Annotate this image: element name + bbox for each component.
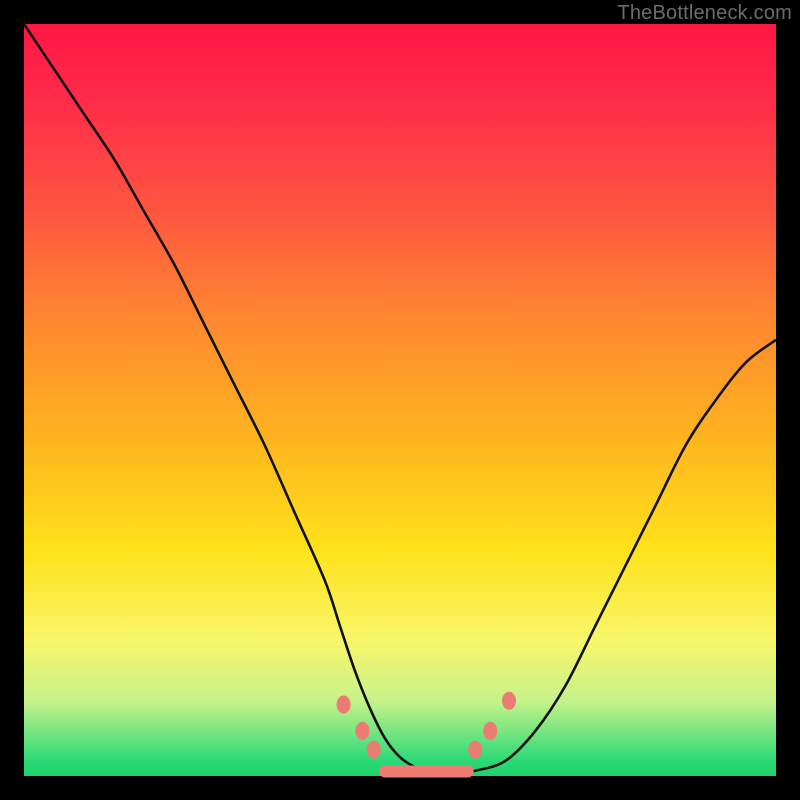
chart-svg xyxy=(24,24,776,776)
curve-markers xyxy=(337,692,516,759)
bottleneck-curve xyxy=(24,24,776,772)
curve-marker-dot xyxy=(337,696,351,714)
curve-marker-dot xyxy=(355,722,369,740)
watermark-text: TheBottleneck.com xyxy=(617,2,792,25)
curve-marker-dot xyxy=(502,692,516,710)
curve-marker-dot xyxy=(367,741,381,759)
chart-frame: TheBottleneck.com xyxy=(0,0,800,800)
curve-marker-dot xyxy=(483,722,497,740)
plot-area xyxy=(24,24,776,776)
curve-marker-dot xyxy=(468,741,482,759)
